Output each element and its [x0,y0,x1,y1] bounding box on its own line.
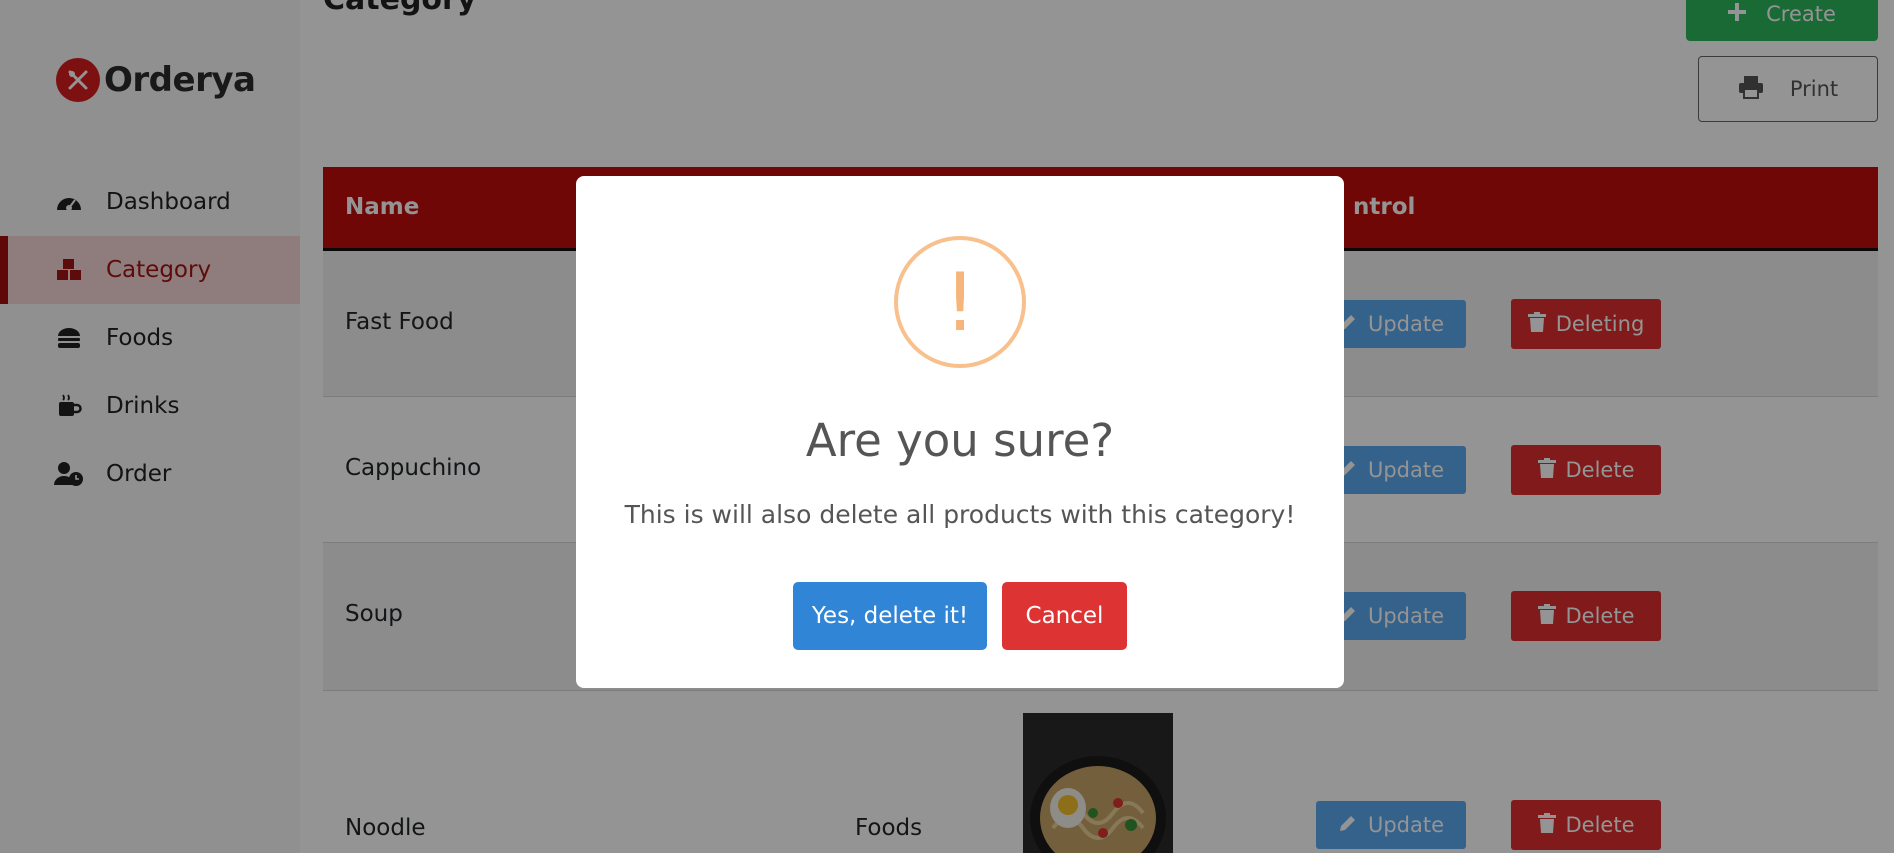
cancel-button[interactable]: Cancel [1002,582,1127,650]
exclamation-icon: ! [894,236,1026,368]
confirm-delete-button[interactable]: Yes, delete it! [793,582,987,650]
confirm-dialog: ! Are you sure? This is will also delete… [576,176,1344,688]
dialog-actions: Yes, delete it! Cancel [576,582,1344,650]
dialog-title: Are you sure? [805,414,1115,467]
dialog-message: This is will also delete all products wi… [624,500,1296,529]
